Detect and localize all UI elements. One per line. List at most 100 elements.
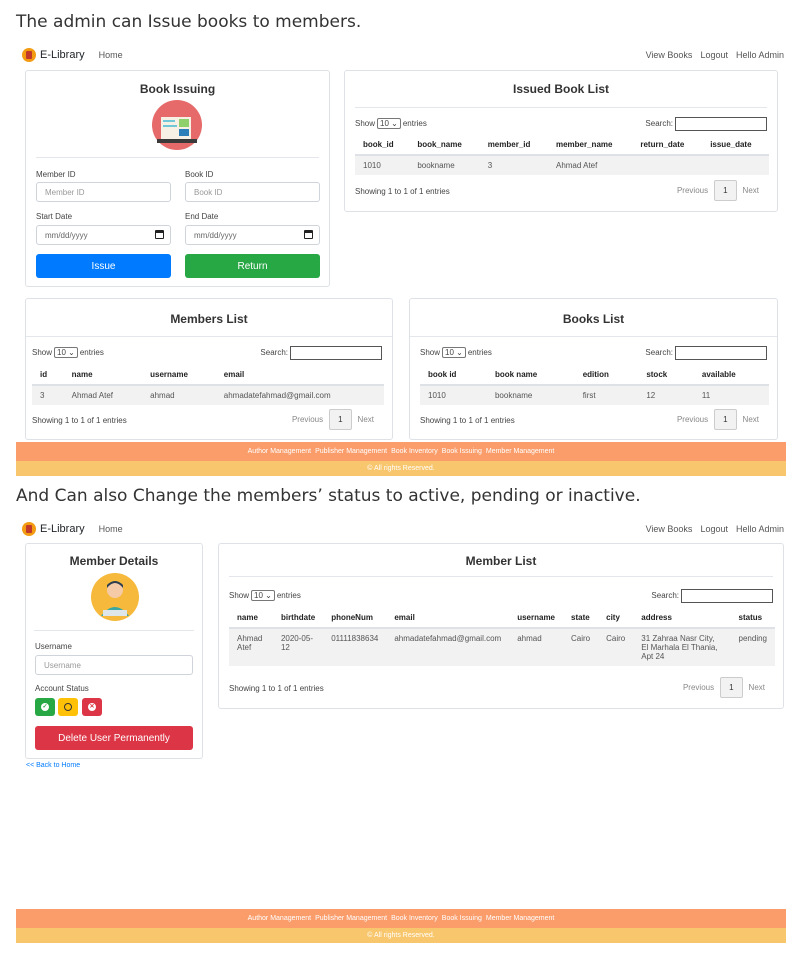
next-page-button[interactable]: Next <box>749 683 765 692</box>
next-page-button[interactable]: Next <box>358 415 374 424</box>
page-1-button[interactable]: 1 <box>329 409 352 430</box>
footer-link-author[interactable]: Author Management <box>248 915 311 922</box>
book-id-input[interactable]: Book ID <box>185 182 320 202</box>
footer-link-member[interactable]: Member Management <box>486 915 554 922</box>
entries-label: entries <box>276 591 301 600</box>
page-1-button[interactable]: 1 <box>714 180 737 201</box>
column-header[interactable]: return_date <box>632 135 703 156</box>
search-input[interactable] <box>681 589 773 603</box>
member-details-title: Member Details <box>69 554 159 568</box>
footer-link-publisher[interactable]: Publisher Management <box>315 915 387 922</box>
search-input[interactable] <box>675 117 767 131</box>
entries-select[interactable]: 10 ⌄ <box>442 347 466 358</box>
table-cell <box>702 155 769 175</box>
search-label: Search: <box>645 348 673 358</box>
column-header[interactable]: username <box>509 608 563 629</box>
search-input[interactable] <box>675 346 767 360</box>
books-list-card: Books List Show 10 ⌄ entries Search: book … <box>409 298 778 440</box>
column-header[interactable]: status <box>730 608 775 629</box>
return-button[interactable]: Return <box>185 254 320 278</box>
entries-selector: Show 10 ⌄ entries <box>355 118 427 129</box>
nav-view-books-link[interactable]: View Books <box>646 524 693 534</box>
table-row[interactable]: 1010 bookname first 12 11 <box>420 385 769 405</box>
footer-link-author[interactable]: Author Management <box>248 448 311 455</box>
footer-link-issuing[interactable]: Book Issuing <box>442 915 482 922</box>
book-issuing-title: Book Issuing <box>139 82 216 96</box>
username-input[interactable]: Username <box>35 655 193 675</box>
entries-select[interactable]: 10 ⌄ <box>54 347 78 358</box>
table-row[interactable]: Ahmad Atef 2020-05-12 01111838634 ahmada… <box>229 628 775 666</box>
page-1-button[interactable]: 1 <box>714 409 737 430</box>
column-header[interactable]: email <box>386 608 510 629</box>
brand[interactable]: E-Library <box>22 522 85 536</box>
next-page-button[interactable]: Next <box>743 415 759 424</box>
column-header[interactable]: stock <box>638 365 694 386</box>
start-date-input[interactable]: mm/dd/yyyy <box>36 225 171 245</box>
footer-link-issuing[interactable]: Book Issuing <box>442 448 482 455</box>
table-row[interactable]: 3 Ahmad Atef ahmad ahmadatefahmad@gmail.… <box>32 385 384 405</box>
nav-home-link[interactable]: Home <box>99 50 123 60</box>
table-cell: Cairo <box>598 628 634 666</box>
column-header[interactable]: issue_date <box>702 135 769 156</box>
start-date-placeholder: mm/dd/yyyy <box>45 231 88 240</box>
check-icon: ✓ <box>41 703 49 711</box>
previous-page-button[interactable]: Previous <box>677 415 708 424</box>
column-header[interactable]: city <box>598 608 634 629</box>
x-icon: ✕ <box>88 703 96 711</box>
nav-view-books-link[interactable]: View Books <box>646 50 693 60</box>
column-header[interactable]: edition <box>574 365 639 386</box>
nav-hello-admin[interactable]: Hello Admin <box>736 50 784 60</box>
set-inactive-button[interactable]: ✕ <box>82 698 102 716</box>
column-header[interactable]: member_name <box>547 135 633 156</box>
table-cell: 1010 <box>420 385 487 405</box>
column-header[interactable]: member_id <box>479 135 548 156</box>
set-active-button[interactable]: ✓ <box>35 698 55 716</box>
table-info: Showing 1 to 1 of 1 entries <box>355 187 450 196</box>
column-header[interactable]: book_name <box>409 135 480 156</box>
column-header[interactable]: birthdate <box>272 608 324 629</box>
column-header[interactable]: book name <box>486 365 575 386</box>
brand[interactable]: E-Library <box>22 48 85 62</box>
column-header[interactable]: phoneNum <box>323 608 387 629</box>
column-header[interactable]: id <box>32 365 64 386</box>
nav-home-link[interactable]: Home <box>99 524 123 534</box>
footer-link-inventory[interactable]: Book Inventory <box>391 915 438 922</box>
table-info: Showing 1 to 1 of 1 entries <box>420 416 515 425</box>
nav-hello-admin[interactable]: Hello Admin <box>736 524 784 534</box>
footer-link-inventory[interactable]: Book Inventory <box>391 448 438 455</box>
next-page-button[interactable]: Next <box>743 186 759 195</box>
column-header[interactable]: name <box>229 608 273 629</box>
pagination: Previous 1 Next <box>677 180 759 201</box>
table-cell: ahmad <box>142 385 216 405</box>
entries-select[interactable]: 10 ⌄ <box>251 590 275 601</box>
column-header[interactable]: available <box>693 365 769 386</box>
column-header[interactable]: book id <box>420 365 487 386</box>
previous-page-button[interactable]: Previous <box>292 415 323 424</box>
end-date-input[interactable]: mm/dd/yyyy <box>185 225 320 245</box>
back-to-home-link[interactable]: << Back to Home <box>26 762 80 769</box>
column-header[interactable]: username <box>142 365 216 386</box>
set-pending-button[interactable] <box>58 698 78 716</box>
calendar-icon[interactable] <box>304 230 313 239</box>
column-header[interactable]: book_id <box>355 135 410 156</box>
search-control: Search: <box>260 346 382 360</box>
entries-select[interactable]: 10 ⌄ <box>377 118 401 129</box>
column-header[interactable]: state <box>563 608 599 629</box>
table-cell: pending <box>730 628 775 666</box>
footer-link-publisher[interactable]: Publisher Management <box>315 448 387 455</box>
issue-button[interactable]: Issue <box>36 254 171 278</box>
column-header[interactable]: email <box>215 365 384 386</box>
footer-link-member[interactable]: Member Management <box>486 448 554 455</box>
member-id-input[interactable]: Member ID <box>36 182 171 202</box>
column-header[interactable]: name <box>63 365 143 386</box>
search-input[interactable] <box>290 346 382 360</box>
column-header[interactable]: address <box>633 608 731 629</box>
page-1-button[interactable]: 1 <box>720 677 743 698</box>
nav-logout-link[interactable]: Logout <box>700 50 728 60</box>
table-row[interactable]: 1010 bookname 3 Ahmad Atef <box>355 155 769 175</box>
previous-page-button[interactable]: Previous <box>677 186 708 195</box>
calendar-icon[interactable] <box>155 230 164 239</box>
delete-user-button[interactable]: Delete User Permanently <box>35 726 193 750</box>
previous-page-button[interactable]: Previous <box>683 683 714 692</box>
nav-logout-link[interactable]: Logout <box>700 524 728 534</box>
